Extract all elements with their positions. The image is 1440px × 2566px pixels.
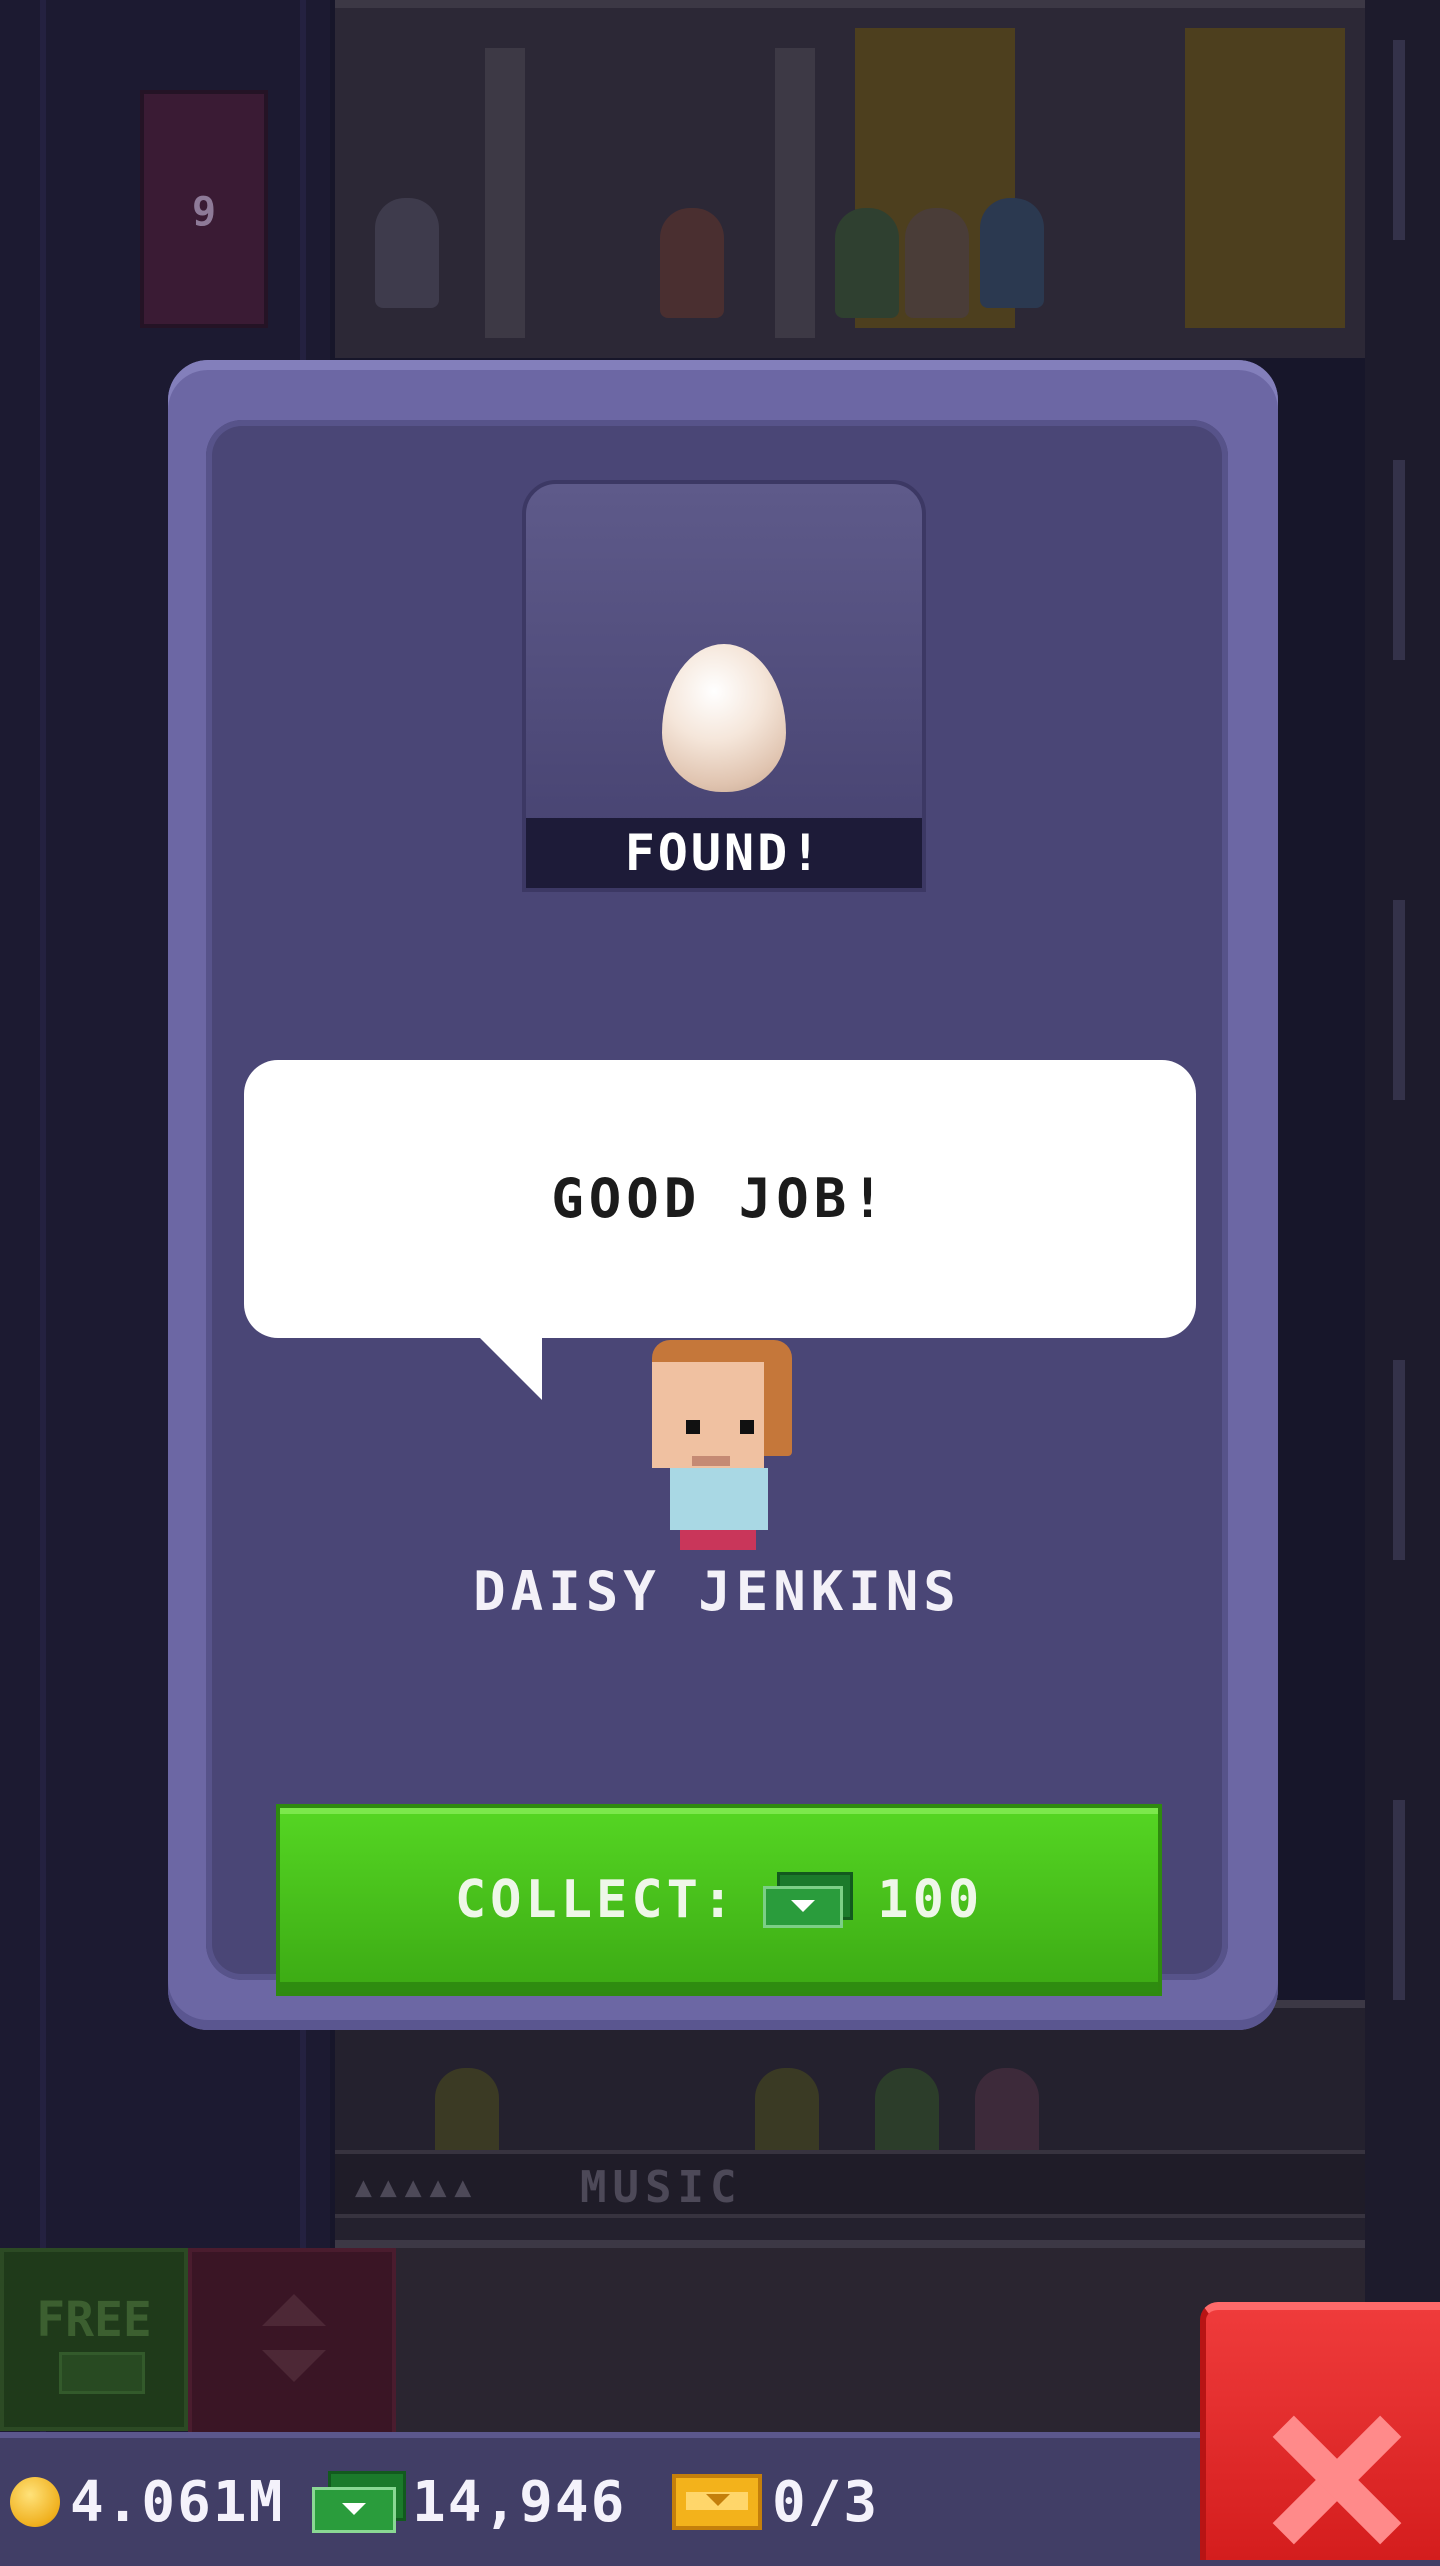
resident-sprite <box>835 208 899 318</box>
bux-icon <box>312 2471 406 2533</box>
resident-sprite <box>375 198 439 308</box>
elevator-car: 9 <box>140 90 268 328</box>
occupancy-dots: ▲▲▲▲▲ <box>355 2170 480 2203</box>
avatar-mouth <box>692 1456 730 1466</box>
tickets-value: 0/3 <box>772 2469 880 2535</box>
elevator-arrows-button[interactable] <box>188 2248 396 2436</box>
elevator-floor-number: 9 <box>191 189 217 235</box>
rail-bar <box>1393 1360 1405 1560</box>
modal-panel: FOUND! GOOD JOB! DAISY JENKINS COLLECT: <box>206 420 1228 1996</box>
floor-sign: ▲▲▲▲▲ MUSIC <box>335 2150 1365 2218</box>
coins-stat: 4.061M <box>10 2438 284 2566</box>
arrow-up-icon <box>262 2294 326 2326</box>
rail-bar <box>1393 40 1405 240</box>
coins-value: 4.061M <box>70 2469 285 2535</box>
close-button[interactable] <box>1200 2302 1440 2560</box>
floor-top <box>335 0 1365 358</box>
speech-text: GOOD JOB! <box>551 1167 889 1230</box>
collect-label: COLLECT: <box>454 1870 738 1930</box>
npc-name: DAISY JENKINS <box>473 1560 961 1623</box>
pillar <box>775 48 815 338</box>
ticket-icon <box>672 2474 762 2530</box>
coin-icon <box>10 2477 60 2527</box>
found-label: FOUND! <box>526 818 922 888</box>
shaft-line <box>40 0 46 2440</box>
rail-bar <box>1393 900 1405 1100</box>
tickets-stat[interactable]: 0/3 <box>672 2438 879 2566</box>
resident-sprite <box>980 198 1044 308</box>
free-bux-button[interactable]: FREE <box>0 2248 188 2431</box>
avatar-eye <box>686 1420 700 1434</box>
rail-bar <box>1393 460 1405 660</box>
floor-sign-label: MUSIC <box>580 2162 743 2213</box>
resident-sprite <box>905 208 969 318</box>
avatar-eye <box>740 1420 754 1434</box>
close-icon <box>1266 2410 1406 2550</box>
bux-icon <box>59 2352 145 2394</box>
collect-button[interactable]: COLLECT: 100 <box>276 1804 1162 1996</box>
curtain <box>1185 28 1345 328</box>
collect-amount: 100 <box>877 1870 984 1930</box>
right-rail <box>1365 0 1440 2440</box>
arrow-down-icon <box>262 2350 326 2382</box>
found-item-frame: FOUND! <box>522 480 926 892</box>
free-button-label: FREE <box>36 2292 152 2348</box>
avatar-body <box>670 1468 768 1530</box>
avatar-legs <box>680 1530 756 1550</box>
rail-bar <box>1393 1800 1405 2000</box>
npc-avatar <box>646 1340 796 1550</box>
resident-sprite <box>660 208 724 318</box>
tower-bux-icon <box>763 1872 854 1928</box>
bux-stat[interactable]: 14,946 <box>312 2438 626 2566</box>
speech-bubble-tail <box>480 1338 542 1400</box>
pillar <box>485 48 525 338</box>
bux-value: 14,946 <box>412 2469 627 2535</box>
found-item-modal: FOUND! GOOD JOB! DAISY JENKINS COLLECT: <box>168 360 1278 2030</box>
avatar-face <box>652 1362 764 1468</box>
speech-bubble: GOOD JOB! <box>244 1060 1196 1400</box>
egg-icon <box>662 644 786 792</box>
